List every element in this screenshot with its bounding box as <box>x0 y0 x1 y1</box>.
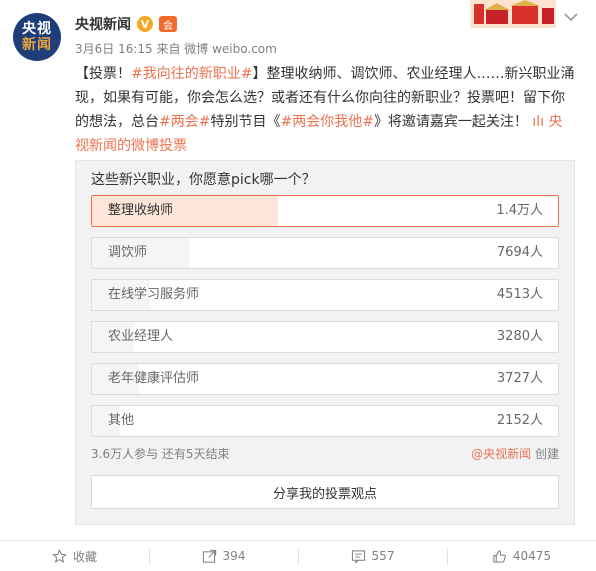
star-icon <box>52 548 67 563</box>
weibo-post-card: 央视 新闻 央视新闻 V 会 3月6日 16:15 来自 微博 weibo.co… <box>0 0 596 571</box>
poll-option-count: 2152人 <box>496 413 543 428</box>
poll-option[interactable]: 其他 2152人 <box>91 405 559 437</box>
poll-option-label: 整理收纳师 <box>108 203 174 218</box>
poll-status: 3.6万人参与 还有5天结束 <box>91 447 230 461</box>
post-text-part: 【投票！ <box>75 66 131 82</box>
poll-option-label: 农业经理人 <box>108 329 174 344</box>
poll-creator: @央视新闻 创建 <box>471 445 559 462</box>
poll-link-icon[interactable]: ılı <box>532 114 544 130</box>
post-text-part: 》将邀请嘉宾一起关注！ <box>373 114 533 130</box>
header-banner-image <box>470 0 556 28</box>
avatar-text-bottom: 新闻 <box>22 37 52 53</box>
poll-option-label: 在线学习服务师 <box>108 287 200 302</box>
repost-icon <box>202 549 216 563</box>
avatar-text-top: 央视 <box>22 21 52 37</box>
poll-option[interactable]: 在线学习服务师 4513人 <box>91 279 559 311</box>
like-count: 40475 <box>512 549 552 563</box>
hashtag-link[interactable]: #两会你我他# <box>280 114 373 130</box>
post-text-part: 特别节目《 <box>210 114 281 130</box>
verified-icon[interactable]: V <box>137 16 153 32</box>
member-badge-icon[interactable]: 会 <box>159 16 177 32</box>
author-row: 央视新闻 V 会 <box>75 13 177 35</box>
poll-option-label: 调饮师 <box>108 245 148 260</box>
poll-option[interactable]: 老年健康评估师 3727人 <box>91 363 559 395</box>
poll-option-label: 老年健康评估师 <box>108 371 200 386</box>
comment-count: 557 <box>371 549 395 563</box>
favorite-label: 收藏 <box>72 549 97 564</box>
thumbs-up-icon <box>493 549 506 563</box>
poll-option-label: 其他 <box>108 413 135 428</box>
avatar[interactable]: 央视 新闻 <box>13 13 61 61</box>
poll-option[interactable]: 调饮师 7694人 <box>91 237 559 269</box>
repost-button[interactable]: 394 <box>149 541 298 571</box>
like-button[interactable]: 40475 <box>447 541 596 571</box>
comment-button[interactable]: 557 <box>298 541 447 571</box>
poll-question: 这些新兴职业，你愿意pick哪一个？ <box>91 172 316 188</box>
poll-option-count: 4513人 <box>496 287 543 302</box>
post-meta: 3月6日 16:15 来自 微博 weibo.com <box>75 42 277 56</box>
action-bar: 收藏 394 557 40475 <box>0 540 596 571</box>
repost-count: 394 <box>222 549 246 563</box>
post-text: 【投票！#我向往的新职业#】整理收纳师、调饮师、农业经理人……新兴职业涌现，如果… <box>75 62 575 158</box>
poll-option-count: 1.4万人 <box>496 203 543 218</box>
hashtag-link[interactable]: #我向往的新职业# <box>131 66 252 82</box>
poll-option-count: 7694人 <box>496 245 543 260</box>
poll-creator-link[interactable]: @央视新闻 <box>471 447 531 461</box>
hashtag-link[interactable]: #两会# <box>159 114 210 130</box>
poll-card: 这些新兴职业，你愿意pick哪一个？ 整理收纳师 1.4万人 调饮师 7694人… <box>75 160 575 525</box>
comment-icon <box>351 549 365 564</box>
share-vote-button[interactable]: 分享我的投票观点 <box>91 475 559 509</box>
poll-option[interactable]: 农业经理人 3280人 <box>91 321 559 353</box>
favorite-button[interactable]: 收藏 <box>0 541 149 571</box>
account-name[interactable]: 央视新闻 <box>75 14 131 34</box>
more-options-chevron-icon[interactable] <box>562 8 580 26</box>
poll-option[interactable]: 整理收纳师 1.4万人 <box>91 195 559 227</box>
poll-option-count: 3727人 <box>496 371 543 386</box>
poll-option-count: 3280人 <box>496 329 543 344</box>
poll-creator-suffix: 创建 <box>531 447 559 461</box>
